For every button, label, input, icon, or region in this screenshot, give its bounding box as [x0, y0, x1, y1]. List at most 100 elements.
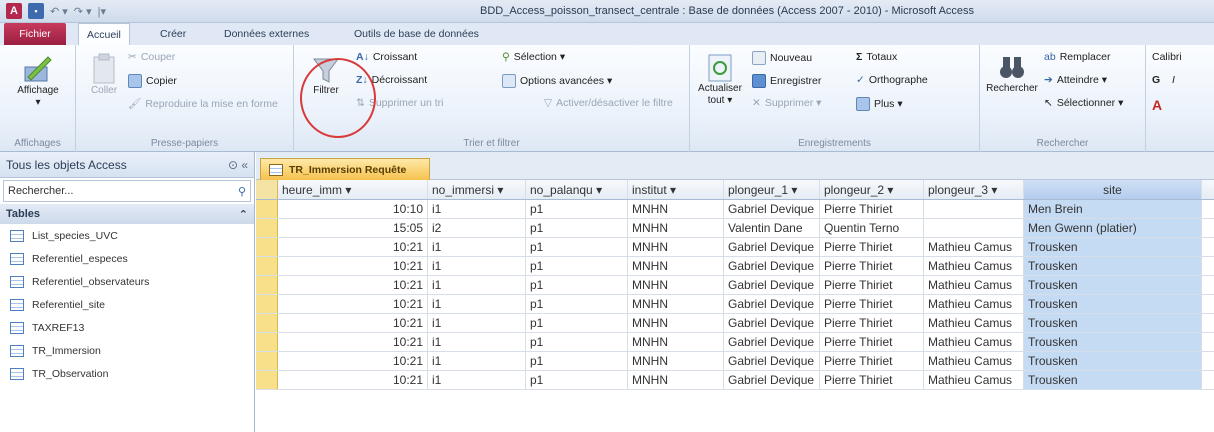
- find-button[interactable]: Rechercher: [984, 53, 1040, 95]
- table-cell[interactable]: Trousken: [1024, 371, 1202, 389]
- table-row[interactable]: 10:21 i1 p1 MNHN Gabriel Devique Pierre Thiri…: [256, 333, 1214, 352]
- goto-button[interactable]: ➔ Atteindre ▾: [1044, 74, 1107, 86]
- table-cell[interactable]: [924, 200, 1024, 218]
- more-button[interactable]: Plus ▾: [856, 97, 903, 111]
- table-cell[interactable]: 10:21: [278, 295, 428, 313]
- table-cell[interactable]: Mathieu Camus: [924, 257, 1024, 275]
- font-name-select[interactable]: Calibri: [1152, 51, 1182, 63]
- nav-item[interactable]: TAXREF13: [0, 316, 254, 339]
- tab-outils-base-de-donnees[interactable]: Outils de base de données: [346, 23, 487, 45]
- row-selector[interactable]: [256, 238, 278, 256]
- table-cell[interactable]: Gabriel Devique: [724, 352, 820, 370]
- row-selector[interactable]: [256, 314, 278, 332]
- table-cell[interactable]: Gabriel Devique: [724, 238, 820, 256]
- table-cell[interactable]: MNHN: [628, 200, 724, 218]
- table-cell[interactable]: Mathieu Camus: [924, 238, 1024, 256]
- access-logo-icon[interactable]: A: [6, 3, 22, 19]
- table-cell[interactable]: i1: [428, 276, 526, 294]
- table-row[interactable]: 10:10 i1 p1 MNHN Gabriel Devique Pierre Thiri…: [256, 200, 1214, 219]
- table-cell[interactable]: Trousken: [1024, 257, 1202, 275]
- table-cell[interactable]: Pierre Thiriet: [820, 200, 924, 218]
- table-cell[interactable]: p1: [526, 371, 628, 389]
- view-button[interactable]: Affichage ▾: [6, 53, 70, 109]
- table-cell[interactable]: p1: [526, 238, 628, 256]
- sort-ascending-button[interactable]: A↓ Croissant: [356, 51, 417, 63]
- column-header[interactable]: plongeur_1 ▾: [724, 180, 820, 199]
- new-record-button[interactable]: Nouveau: [752, 51, 812, 65]
- toggle-filter-button[interactable]: ▽ Activer/désactiver le filtre: [544, 97, 673, 109]
- redo-icon[interactable]: ↷ ▾: [74, 5, 92, 18]
- row-selector[interactable]: [256, 200, 278, 218]
- tab-creer[interactable]: Créer: [152, 23, 194, 45]
- table-cell[interactable]: [924, 219, 1024, 237]
- table-cell[interactable]: i2: [428, 219, 526, 237]
- nav-item[interactable]: List_species_UVC: [0, 224, 254, 247]
- table-cell[interactable]: p1: [526, 219, 628, 237]
- table-row[interactable]: 10:21 i1 p1 MNHN Gabriel Devique Pierre Thiri…: [256, 371, 1214, 390]
- table-cell[interactable]: i1: [428, 314, 526, 332]
- totals-button[interactable]: Σ Totaux: [856, 51, 897, 63]
- paste-button[interactable]: Coller: [84, 53, 124, 97]
- table-cell[interactable]: Mathieu Camus: [924, 295, 1024, 313]
- table-cell[interactable]: Pierre Thiriet: [820, 333, 924, 351]
- cut-button[interactable]: ✂ Couper: [128, 51, 175, 63]
- save-record-button[interactable]: Enregistrer: [752, 74, 821, 88]
- table-cell[interactable]: Gabriel Devique: [724, 314, 820, 332]
- nav-item[interactable]: Referentiel_observateurs: [0, 270, 254, 293]
- table-cell[interactable]: p1: [526, 352, 628, 370]
- nav-section-tables[interactable]: Tables ⌃: [0, 204, 254, 224]
- table-row[interactable]: 15:05 i2 p1 MNHN Valentin Dane Quentin Terno M…: [256, 219, 1214, 238]
- table-cell[interactable]: i1: [428, 371, 526, 389]
- row-selector[interactable]: [256, 371, 278, 389]
- nav-item[interactable]: Referentiel_site: [0, 293, 254, 316]
- table-cell[interactable]: Trousken: [1024, 276, 1202, 294]
- table-cell[interactable]: MNHN: [628, 219, 724, 237]
- row-selector[interactable]: [256, 352, 278, 370]
- save-icon[interactable]: ▪: [28, 3, 44, 19]
- table-cell[interactable]: Trousken: [1024, 314, 1202, 332]
- spelling-button[interactable]: ✓ Orthographe: [856, 74, 928, 86]
- row-selector[interactable]: [256, 333, 278, 351]
- refresh-all-button[interactable]: Actualiser tout ▾: [696, 53, 744, 107]
- table-cell[interactable]: p1: [526, 257, 628, 275]
- table-cell[interactable]: 10:21: [278, 257, 428, 275]
- row-selector[interactable]: [256, 219, 278, 237]
- table-cell[interactable]: MNHN: [628, 276, 724, 294]
- table-cell[interactable]: Gabriel Devique: [724, 371, 820, 389]
- bold-button[interactable]: G: [1152, 74, 1160, 86]
- table-row[interactable]: 10:21 i1 p1 MNHN Gabriel Devique Pierre Thiri…: [256, 238, 1214, 257]
- table-cell[interactable]: p1: [526, 333, 628, 351]
- select-all-box[interactable]: [256, 180, 278, 199]
- table-cell[interactable]: 10:21: [278, 314, 428, 332]
- table-cell[interactable]: Mathieu Camus: [924, 352, 1024, 370]
- table-row[interactable]: 10:21 i1 p1 MNHN Gabriel Devique Pierre Thiri…: [256, 314, 1214, 333]
- table-cell[interactable]: Valentin Dane: [724, 219, 820, 237]
- table-cell[interactable]: Pierre Thiriet: [820, 238, 924, 256]
- table-cell[interactable]: Pierre Thiriet: [820, 257, 924, 275]
- copy-button[interactable]: Copier: [128, 74, 177, 88]
- table-cell[interactable]: i1: [428, 352, 526, 370]
- table-cell[interactable]: Trousken: [1024, 238, 1202, 256]
- query-tab[interactable]: TR_Immersion Requête: [260, 158, 430, 180]
- tab-fichier[interactable]: Fichier: [4, 23, 66, 45]
- table-cell[interactable]: 10:21: [278, 276, 428, 294]
- table-cell[interactable]: Mathieu Camus: [924, 371, 1024, 389]
- table-cell[interactable]: Mathieu Camus: [924, 314, 1024, 332]
- table-cell[interactable]: Trousken: [1024, 352, 1202, 370]
- column-header[interactable]: no_palanqu ▾: [526, 180, 628, 199]
- table-cell[interactable]: 10:21: [278, 238, 428, 256]
- row-selector[interactable]: [256, 257, 278, 275]
- advanced-filter-button[interactable]: Options avancées ▾: [502, 74, 612, 88]
- column-header-row[interactable]: heure_imm ▾ no_immersi ▾ no_palanqu ▾ insti…: [256, 180, 1214, 200]
- table-cell[interactable]: Gabriel Devique: [724, 276, 820, 294]
- row-selector[interactable]: [256, 295, 278, 313]
- table-cell[interactable]: 10:10: [278, 200, 428, 218]
- table-cell[interactable]: Gabriel Devique: [724, 295, 820, 313]
- table-cell[interactable]: MNHN: [628, 238, 724, 256]
- table-cell[interactable]: MNHN: [628, 333, 724, 351]
- column-header[interactable]: heure_imm ▾: [278, 180, 428, 199]
- collapse-nav-icon[interactable]: ⊙ «: [228, 158, 248, 172]
- table-cell[interactable]: p1: [526, 276, 628, 294]
- table-cell[interactable]: Men Gwenn (platier): [1024, 219, 1202, 237]
- table-cell[interactable]: Gabriel Devique: [724, 333, 820, 351]
